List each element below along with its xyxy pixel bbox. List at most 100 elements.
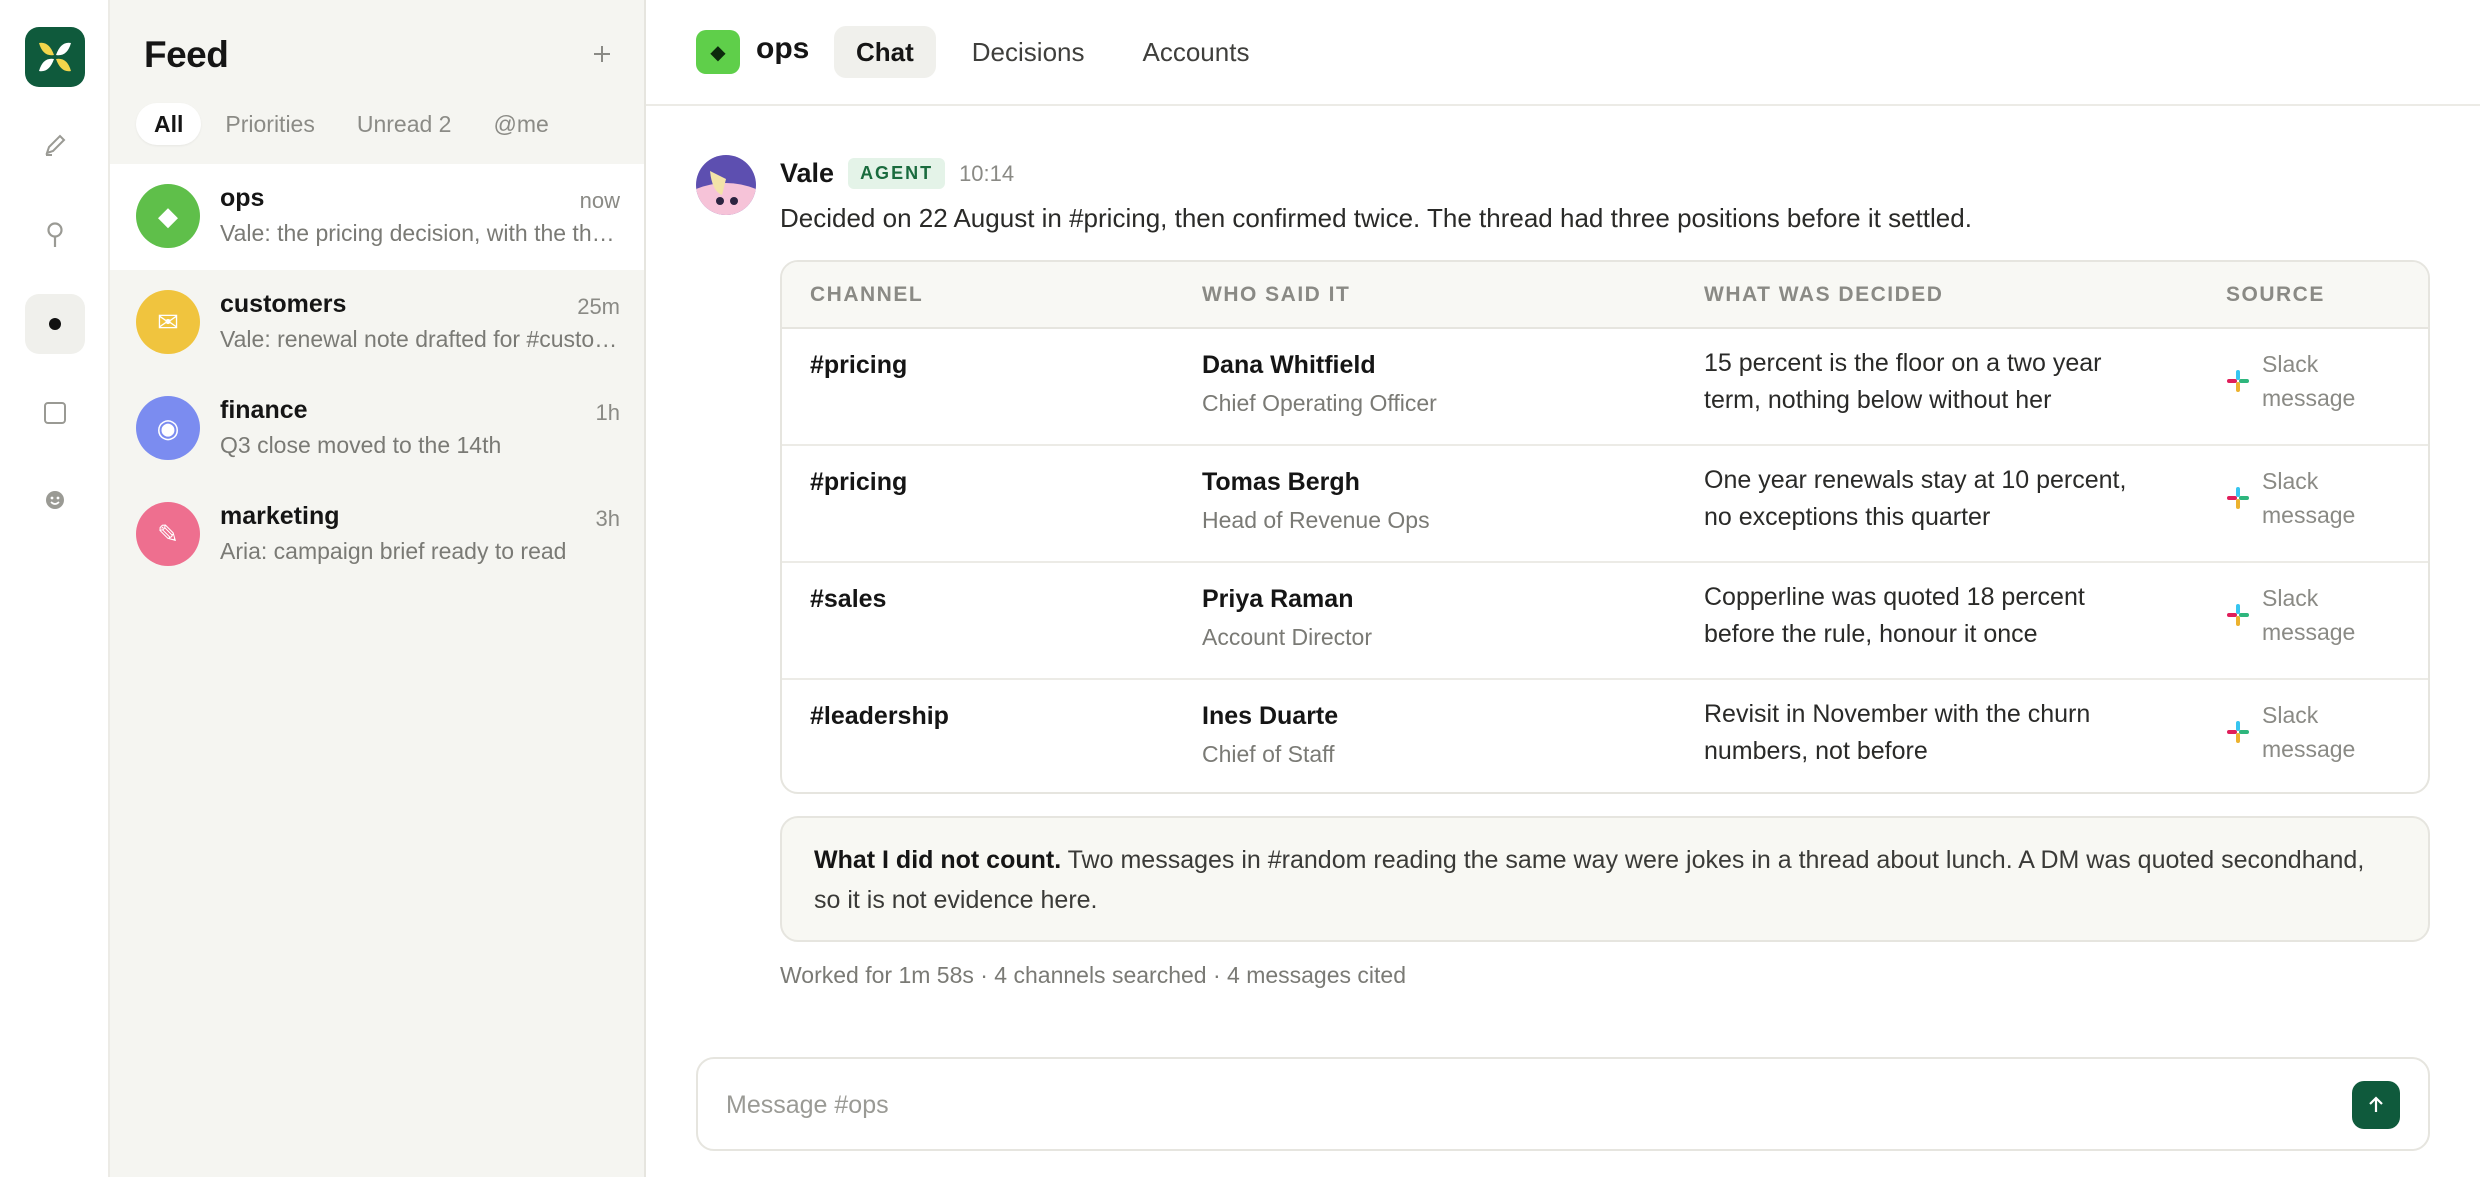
app-logo[interactable]: [25, 27, 85, 87]
decision-text: Revisit in November with the churn numbe…: [1704, 700, 2091, 765]
rail-compose-button[interactable]: [25, 115, 85, 175]
column-header-source: SOURCE: [2198, 262, 2428, 329]
agent-badge: AGENT: [848, 158, 946, 189]
filter-unread[interactable]: Unread 2: [339, 103, 470, 145]
filter-mentions[interactable]: @me: [475, 103, 566, 145]
feed-item-customers[interactable]: ✉ customers 25m Vale: renewal note draft…: [110, 270, 644, 376]
decision-text: Copperline was quoted 18 percent before …: [1704, 583, 2085, 648]
rail-people-button[interactable]: [25, 470, 85, 530]
slack-icon: [2227, 721, 2249, 743]
feed-item-time: 3h: [595, 506, 620, 531]
channel-link[interactable]: #sales: [810, 585, 1174, 614]
pencil-icon: ✎: [136, 502, 200, 566]
exclusions-note: What I did not count. Two messages in #r…: [780, 816, 2430, 942]
pencil-icon: [45, 134, 66, 156]
feed-item-name: ops: [220, 184, 265, 212]
source-label: Slack message: [2262, 351, 2356, 411]
filter-priorities[interactable]: Priorities: [207, 103, 332, 145]
source-link[interactable]: Slack message: [2226, 347, 2428, 415]
channel-header: ◆ ops Chat Decisions Accounts: [646, 0, 2480, 106]
slack-icon: [2227, 370, 2249, 392]
decision-text: One year renewals stay at 10 percent, no…: [1704, 466, 2127, 531]
smiley-icon: [46, 491, 64, 509]
table-header-row: CHANNEL WHO SAID IT WHAT WAS DECIDED SOU…: [782, 262, 2428, 329]
table-row: #pricing Dana Whitfield Chief Operating O…: [782, 328, 2428, 445]
person-role: Account Director: [1202, 624, 1373, 650]
feed-item-time: 1h: [595, 400, 620, 425]
app-rail: [0, 0, 110, 1177]
channel-tabs: Chat Decisions Accounts: [834, 26, 1271, 78]
filter-all[interactable]: All: [136, 103, 202, 145]
decisions-table: CHANNEL WHO SAID IT WHAT WAS DECIDED SOU…: [780, 260, 2430, 794]
message-composer: [696, 1057, 2430, 1151]
person-name: Priya Raman: [1202, 585, 1354, 613]
feed-filters: All Priorities Unread 2 @me: [136, 103, 567, 145]
feed-item-marketing[interactable]: ✎ marketing 3h Aria: campaign brief read…: [110, 482, 644, 588]
work-summary: Worked for 1m 58s · 4 channels searched …: [780, 962, 1406, 988]
rail-search-button[interactable]: [25, 205, 85, 265]
avatar[interactable]: [696, 155, 756, 215]
column-header-channel: CHANNEL: [782, 262, 1174, 329]
person-role: Head of Revenue Ops: [1202, 507, 1430, 533]
slack-icon: [2227, 487, 2249, 509]
message-input[interactable]: [726, 1083, 2326, 1127]
person-name: Tomas Bergh: [1202, 468, 1360, 496]
note-title: What I did not count.: [814, 846, 1062, 874]
feed-panel: Feed All Priorities Unread 2 @me ◆ ops n…: [110, 0, 646, 1177]
channel-name: ops: [756, 32, 810, 65]
person-role: Chief of Staff: [1202, 741, 1335, 767]
source-label: Slack message: [2262, 702, 2356, 762]
arrow-up-icon: [2369, 1096, 2383, 1112]
tab-decisions[interactable]: Decisions: [950, 26, 1107, 78]
tab-accounts[interactable]: Accounts: [1121, 26, 1272, 78]
message-text: Decided on 22 August in #pricing, then c…: [780, 203, 1972, 233]
square-icon: [44, 402, 66, 424]
decision-text: 15 percent is the floor on a two year te…: [1704, 349, 2102, 414]
message-author[interactable]: Vale: [780, 158, 834, 189]
feed-item-preview: Vale: renewal note drafted for #customer…: [220, 326, 620, 352]
feed-item-time: now: [579, 188, 620, 213]
rail-feed-button[interactable]: [25, 294, 85, 354]
table-row: #sales Priya Raman Account Director Coppe…: [782, 562, 2428, 679]
table-row: #leadership Ines Duarte Chief of Staff Re…: [782, 679, 2428, 792]
feed-item-time: 25m: [577, 294, 620, 319]
person-role: Chief Operating Officer: [1202, 390, 1437, 416]
source-label: Slack message: [2262, 468, 2356, 528]
diamond-icon: ◆: [136, 184, 200, 248]
channel-diamond-icon: ◆: [696, 30, 740, 74]
feed-item-finance[interactable]: ◉ finance 1h Q3 close moved to the 14th: [110, 376, 644, 482]
target-icon: ◉: [136, 396, 200, 460]
channel-link[interactable]: #leadership: [810, 702, 1174, 731]
column-header-who: WHO SAID IT: [1174, 262, 1676, 329]
feed-item-preview: Aria: campaign brief ready to read: [220, 538, 567, 564]
person-name: Ines Duarte: [1202, 702, 1339, 730]
feed-item-name: customers: [220, 290, 347, 318]
tab-chat[interactable]: Chat: [834, 26, 936, 78]
slack-icon: [2227, 604, 2249, 626]
main-panel: ◆ ops Chat Decisions Accounts Vale AGENT…: [646, 0, 2480, 1177]
mail-icon: ✉: [136, 290, 200, 354]
person-name: Dana Whitfield: [1202, 351, 1376, 379]
feed-item-preview: Q3 close moved to the 14th: [220, 432, 502, 458]
agent-avatar-icon: [696, 155, 756, 215]
logo-icon: [39, 42, 71, 72]
send-button[interactable]: [2352, 1081, 2400, 1129]
source-label: Slack message: [2262, 585, 2356, 645]
feed-list: ◆ ops now Vale: the pricing decision, wi…: [110, 164, 644, 588]
source-link[interactable]: Slack message: [2226, 581, 2428, 649]
table-row: #pricing Tomas Bergh Head of Revenue Ops …: [782, 445, 2428, 562]
source-link[interactable]: Slack message: [2226, 464, 2428, 532]
source-link[interactable]: Slack message: [2226, 698, 2428, 766]
dot-icon: [49, 318, 61, 330]
channel-link[interactable]: #pricing: [810, 468, 1174, 497]
feed-item-name: finance: [220, 396, 308, 424]
feed-item-ops[interactable]: ◆ ops now Vale: the pricing decision, wi…: [110, 164, 644, 270]
feed-item-name: marketing: [220, 502, 340, 530]
search-icon: [47, 222, 63, 247]
plus-icon: [594, 46, 610, 62]
rail-tasks-button[interactable]: [25, 383, 85, 443]
channel-link[interactable]: #pricing: [810, 351, 1174, 380]
new-feed-button[interactable]: [584, 36, 620, 72]
feed-item-preview: Vale: the pricing decision, with the thr…: [220, 220, 620, 246]
message-time: 10:14: [959, 160, 1015, 186]
